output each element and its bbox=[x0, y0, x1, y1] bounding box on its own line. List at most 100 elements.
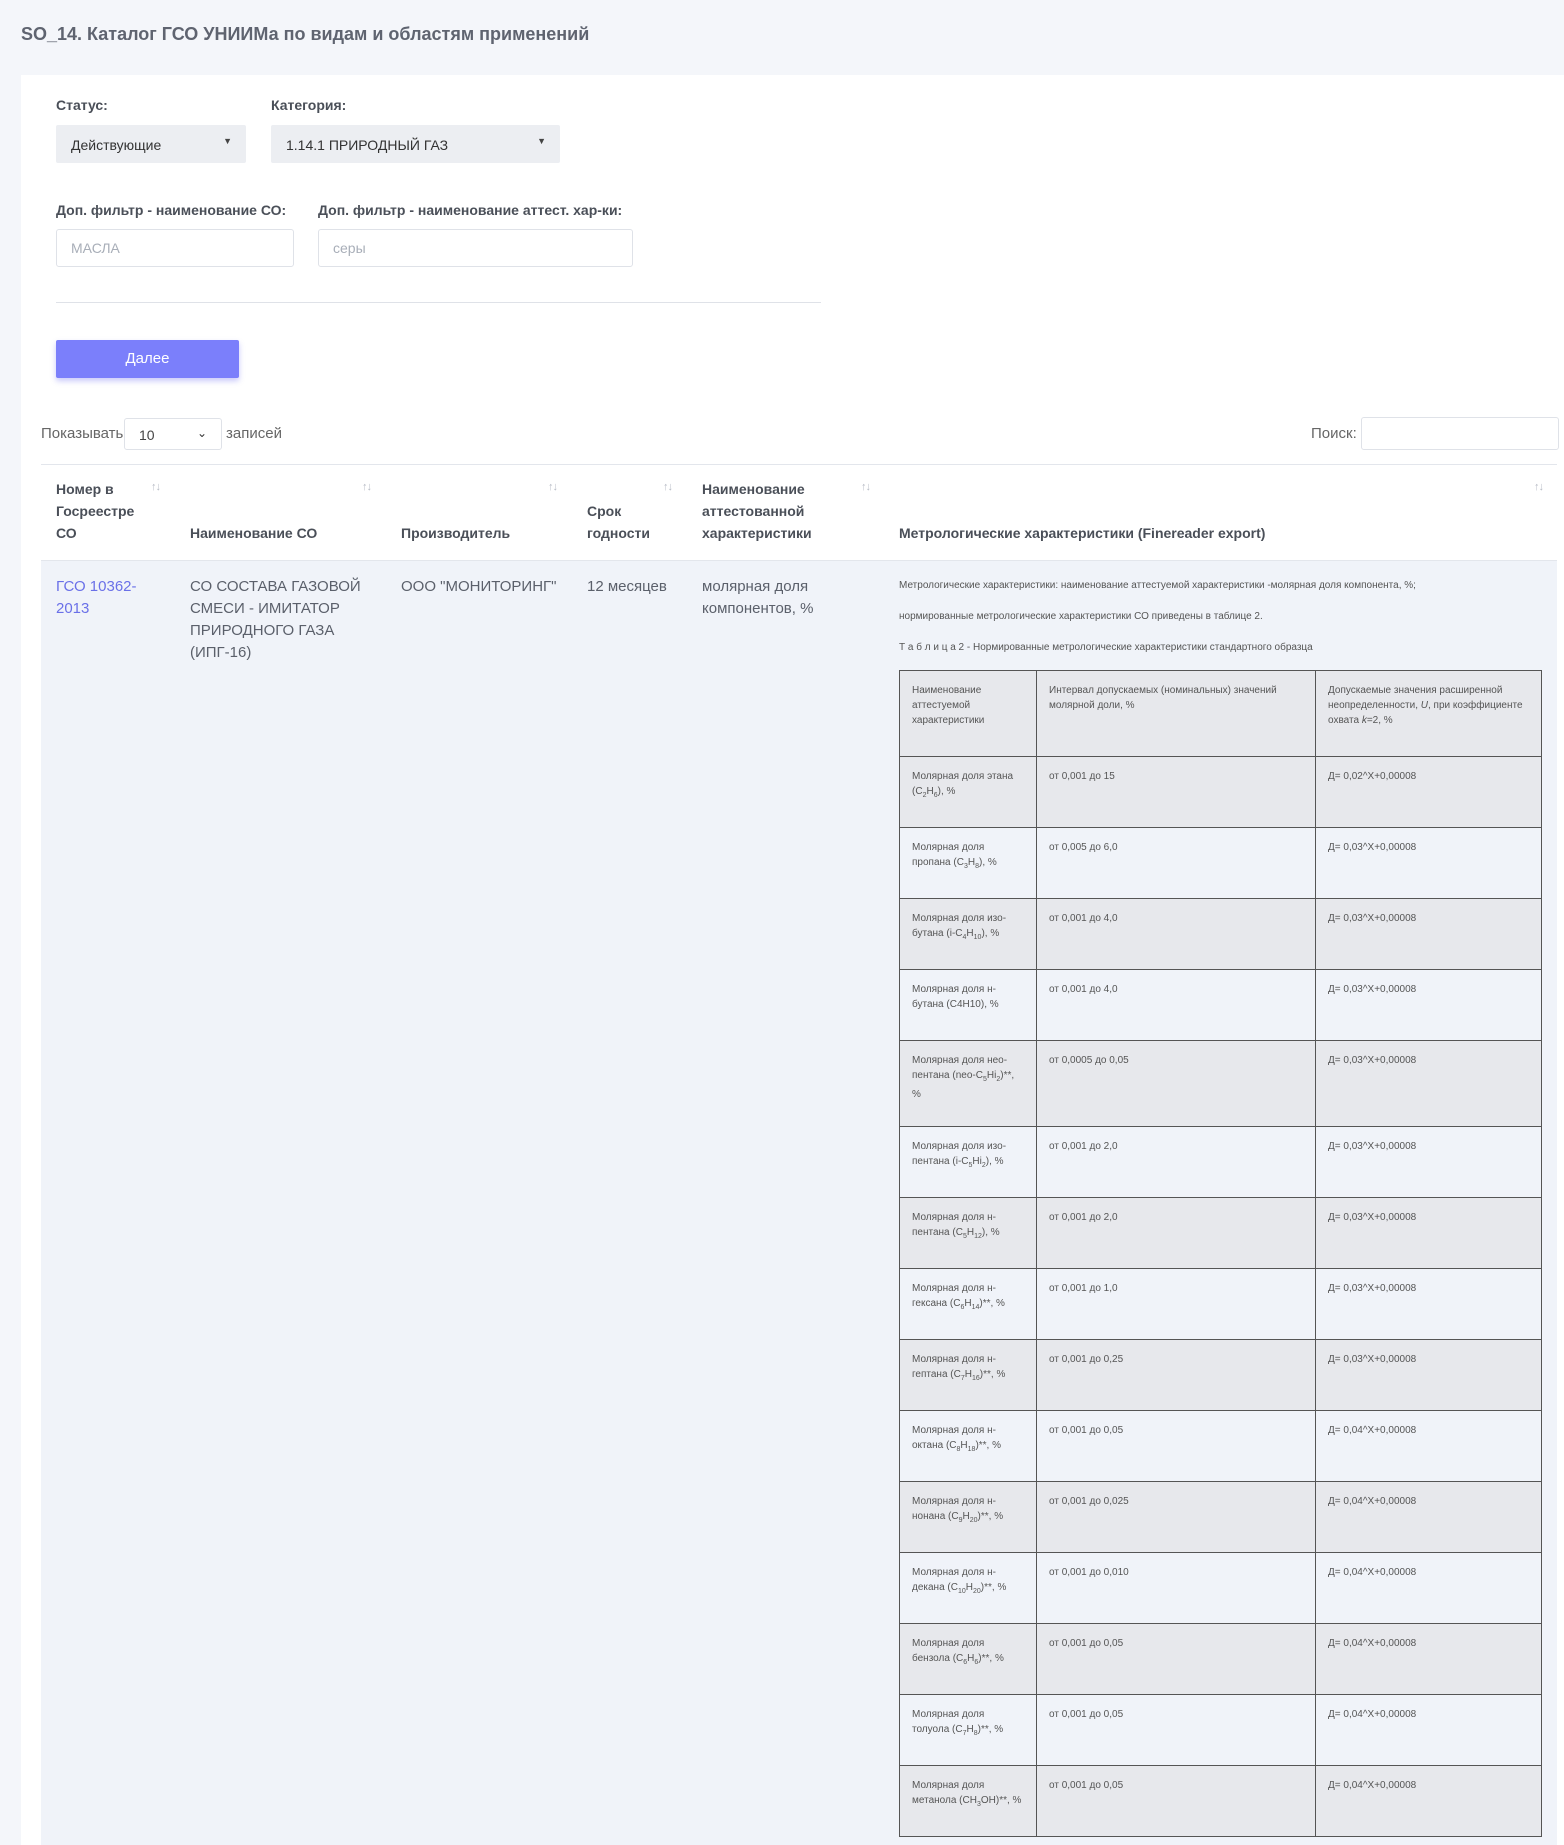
table-row: Молярная доля метанола (CH3OH)**, % от 0,… bbox=[899, 1765, 1542, 1837]
row-attested-char: молярная доля компонентов, % bbox=[702, 578, 814, 617]
metrology-uncertainty-cell: Д= 0,03^X+0,00008 bbox=[1315, 1268, 1542, 1340]
table-row: Молярная доля н-бутана (C4H10), % от 0,00… bbox=[899, 969, 1542, 1041]
metrology-range-cell: от 0,001 до 2,0 bbox=[1036, 1126, 1316, 1198]
metrology-range-cell: от 0,001 до 0,05 bbox=[1036, 1765, 1316, 1837]
table-row: Молярная доля нео-пентана (neo-C5Hi2)**,… bbox=[899, 1040, 1542, 1127]
metrology-name-cell: Молярная доля н-декана (C10H20)**, % bbox=[899, 1552, 1037, 1624]
metrology-range-cell: от 0,005 до 6,0 bbox=[1036, 827, 1316, 899]
row-shelf-life: 12 месяцев bbox=[587, 578, 667, 595]
search-input[interactable] bbox=[1361, 417, 1559, 450]
metrology-name-cell: Молярная доля бензола (C6H6)**, % bbox=[899, 1623, 1037, 1695]
column-header-name[interactable]: Наименование СО bbox=[190, 522, 317, 544]
metrology-name-cell: Молярная доля н-гексана (C6H14)**, % bbox=[899, 1268, 1037, 1340]
category-select-value: 1.14.1 ПРИРОДНЫЙ ГАЗ bbox=[286, 137, 449, 153]
search-label: Поиск: bbox=[1311, 425, 1357, 442]
table-row: Молярная доля пропана (C3H8), % от 0,005 … bbox=[899, 827, 1542, 899]
metrology-range-cell: от 0,001 до 0,25 bbox=[1036, 1339, 1316, 1411]
metrology-name-cell: Молярная доля этана (C2H6), % bbox=[899, 756, 1037, 828]
metrology-uncertainty-cell: Д= 0,04^X+0,00008 bbox=[1315, 1765, 1542, 1837]
metrology-range-cell: от 0,001 до 4,0 bbox=[1036, 969, 1316, 1041]
char-filter-input[interactable]: серы bbox=[318, 229, 633, 267]
metrology-table: Наименование аттестуемой характеристики … bbox=[899, 670, 1542, 1837]
page-length-select[interactable]: 10 ⌄ bbox=[124, 418, 222, 450]
show-label: Показывать bbox=[41, 425, 124, 442]
metrology-uncertainty-cell: Д= 0,04^X+0,00008 bbox=[1315, 1410, 1542, 1482]
metrology-range-cell: от 0,001 до 4,0 bbox=[1036, 898, 1316, 970]
metrology-name-cell: Молярная доля н-гептана (C7H16)**, % bbox=[899, 1339, 1037, 1411]
metrology-uncertainty-cell: Д= 0,04^X+0,00008 bbox=[1315, 1694, 1542, 1766]
column-header-attested-char[interactable]: Наименование аттестованной характеристик… bbox=[702, 478, 832, 544]
column-header-manufacturer[interactable]: Производитель bbox=[401, 522, 510, 544]
name-filter-label: Доп. фильтр - наименование СО: bbox=[56, 202, 287, 218]
row-manufacturer: ООО "МОНИТОРИНГ" bbox=[401, 578, 557, 595]
table-row: Молярная доля этана (C2H6), % от 0,001 до… bbox=[899, 756, 1542, 828]
metrology-uncertainty-cell: Д= 0,04^X+0,00008 bbox=[1315, 1623, 1542, 1695]
metrology-name-cell: Молярная доля н-нонана (C9H20)**, % bbox=[899, 1481, 1037, 1553]
metro-text-line: нормированные метрологические характерис… bbox=[899, 611, 1263, 622]
metrology-name-cell: Молярная доля толуола (C7H8)**, % bbox=[899, 1694, 1037, 1766]
metrology-name-cell: Молярная доля метанола (CH3OH)**, % bbox=[899, 1765, 1037, 1837]
metrology-uncertainty-cell: Д= 0,03^X+0,00008 bbox=[1315, 1197, 1542, 1269]
metrology-uncertainty-cell: Д= 0,03^X+0,00008 bbox=[1315, 1040, 1542, 1127]
row-name: СО СОСТАВА ГАЗОВОЙ СМЕСИ - ИМИТАТОР ПРИР… bbox=[190, 578, 361, 661]
name-filter-input[interactable]: МАСЛА bbox=[56, 229, 294, 267]
metrology-uncertainty-cell: Д= 0,03^X+0,00008 bbox=[1315, 1126, 1542, 1198]
category-select[interactable]: 1.14.1 ПРИРОДНЫЙ ГАЗ ▼ bbox=[271, 125, 560, 163]
metrology-name-cell: Молярная доля н-октана (C8H18)**, % bbox=[899, 1410, 1037, 1482]
metrology-name-cell: Молярная доля н-пентана (C5H12), % bbox=[899, 1197, 1037, 1269]
table-row: Молярная доля изо-пентана (i-C5Hi2), % от… bbox=[899, 1126, 1542, 1198]
metrology-range-cell: от 0,001 до 0,05 bbox=[1036, 1623, 1316, 1695]
name-filter-placeholder: МАСЛА bbox=[71, 240, 120, 256]
header-top-border bbox=[41, 464, 1557, 465]
metrology-range-cell: от 0,001 до 0,010 bbox=[1036, 1552, 1316, 1624]
column-header-reg-number[interactable]: Номер в Госреестре СО bbox=[56, 478, 156, 544]
category-label: Категория: bbox=[271, 97, 347, 113]
metrology-name-cell: Молярная доля изо-бутана (i-C4H10), % bbox=[899, 898, 1037, 970]
metrology-uncertainty-cell: Д= 0,04^X+0,00008 bbox=[1315, 1481, 1542, 1553]
records-label: записей bbox=[226, 425, 282, 442]
table-row: Молярная доля н-декана (C10H20)**, % от 0… bbox=[899, 1552, 1542, 1624]
sort-icon[interactable]: ↑↓ bbox=[861, 481, 871, 493]
metrology-range-cell: от 0,001 до 0,05 bbox=[1036, 1410, 1316, 1482]
page-title: SO_14. Каталог ГСО УНИИМа по видам и обл… bbox=[21, 24, 590, 44]
sort-icon[interactable]: ↑↓ bbox=[663, 481, 673, 493]
metrology-uncertainty-cell: Д= 0,04^X+0,00008 bbox=[1315, 1552, 1542, 1624]
metrology-uncertainty-cell: Д= 0,03^X+0,00008 bbox=[1315, 1339, 1542, 1411]
table-row: Молярная доля толуола (C7H8)**, % от 0,00… bbox=[899, 1694, 1542, 1766]
metrology-uncertainty-cell: Д= 0,02^X+0,00008 bbox=[1315, 756, 1542, 828]
sort-icon[interactable]: ↑↓ bbox=[362, 481, 372, 493]
metrology-header-cell: Наименование аттестуемой характеристики bbox=[899, 670, 1037, 757]
metro-text-line: Т а б л и ц а 2 - Нормированные метролог… bbox=[899, 642, 1313, 653]
reg-number-link[interactable]: ГСО 10362-2013 bbox=[56, 576, 156, 620]
char-filter-placeholder: серы bbox=[333, 240, 366, 256]
table-row: Молярная доля н-гексана (C6H14)**, % от 0… bbox=[899, 1268, 1542, 1340]
metrology-name-cell: Молярная доля нео-пентана (neo-C5Hi2)**,… bbox=[899, 1040, 1037, 1127]
chevron-down-icon: ⌄ bbox=[196, 426, 207, 440]
table-row: Молярная доля н-октана (C8H18)**, % от 0,… bbox=[899, 1410, 1542, 1482]
metrology-uncertainty-cell: Д= 0,03^X+0,00008 bbox=[1315, 827, 1542, 899]
caret-down-icon: ▼ bbox=[537, 136, 546, 146]
sort-icon[interactable]: ↑↓ bbox=[548, 481, 558, 493]
next-button[interactable]: Далее bbox=[56, 340, 239, 378]
table-row: Молярная доля н-пентана (C5H12), % от 0,0… bbox=[899, 1197, 1542, 1269]
column-header-shelf-life[interactable]: Срок годности bbox=[587, 500, 667, 544]
table-row: Молярная доля н-гептана (C7H16)**, % от 0… bbox=[899, 1339, 1542, 1411]
char-filter-label: Доп. фильтр - наименование аттест. хар-к… bbox=[318, 202, 623, 218]
metrology-range-cell: от 0,001 до 0,025 bbox=[1036, 1481, 1316, 1553]
metrology-uncertainty-cell: Д= 0,03^X+0,00008 bbox=[1315, 969, 1542, 1041]
metro-text-line: Метрологические характеристики: наименов… bbox=[899, 580, 1416, 591]
table-row: Молярная доля бензола (C6H6)**, % от 0,00… bbox=[899, 1623, 1542, 1695]
caret-down-icon: ▼ bbox=[223, 136, 232, 146]
metrology-range-cell: от 0,001 до 15 bbox=[1036, 756, 1316, 828]
column-header-metro[interactable]: Метрологические характеристики (Fineread… bbox=[899, 522, 1265, 544]
status-label: Статус: bbox=[56, 97, 108, 113]
status-select[interactable]: Действующие ▼ bbox=[56, 125, 246, 163]
table-row: Молярная доля изо-бутана (i-C4H10), % от … bbox=[899, 898, 1542, 970]
page-length-value: 10 bbox=[139, 427, 155, 443]
divider bbox=[56, 302, 821, 303]
metrology-header-cell: Допускаемые значения расширенной неопред… bbox=[1315, 670, 1542, 757]
metrology-name-cell: Молярная доля пропана (C3H8), % bbox=[899, 827, 1037, 899]
sort-icon[interactable]: ↑↓ bbox=[1534, 481, 1544, 493]
sort-icon[interactable]: ↑↓ bbox=[151, 481, 161, 493]
metrology-header-cell: Интервал допускаемых (номинальных) значе… bbox=[1036, 670, 1316, 757]
